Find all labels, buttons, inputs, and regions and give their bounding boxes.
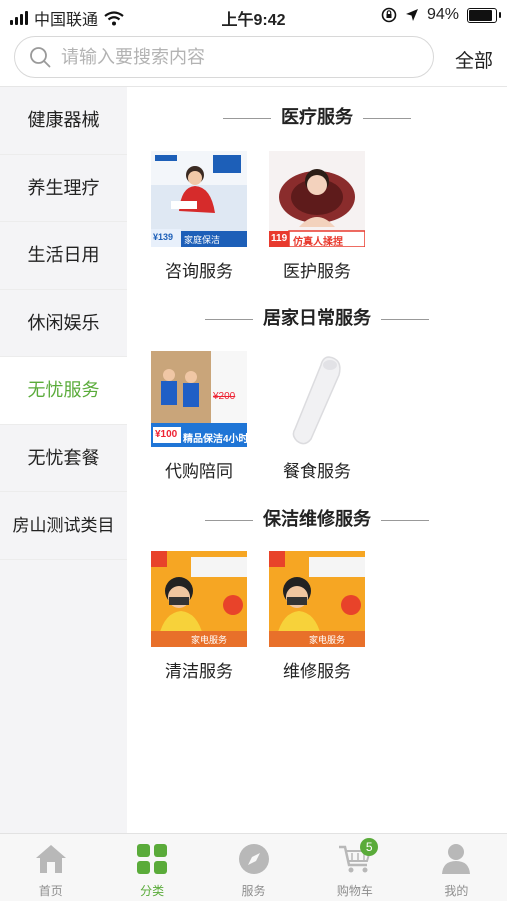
section-title-cleaning-repair: 保洁维修服务 xyxy=(127,505,507,531)
thermometer-photo xyxy=(269,351,365,447)
service-card-meal[interactable]: 餐食服务 xyxy=(269,351,365,482)
sidebar-item-worry-free-package[interactable]: 无忧套餐 xyxy=(0,425,127,492)
service-card-consulting[interactable]: ¥139 家庭保洁 咨询服务 xyxy=(151,151,247,282)
tab-label: 分类 xyxy=(140,884,165,898)
strike-price: ¥200 xyxy=(213,391,236,402)
service-card-label: 清洁服务 xyxy=(165,662,233,681)
sidebar-item-worry-free-service[interactable]: 无忧服务 xyxy=(0,357,127,425)
location-arrow-icon xyxy=(405,9,418,21)
service-card-nursing[interactable]: 119 仿真人揉捏 医护服务 xyxy=(269,151,365,282)
sidebar-item-health-devices[interactable]: 健康器械 xyxy=(0,87,127,155)
sidebar-item-leisure[interactable]: 休闲娱乐 xyxy=(0,290,127,357)
search-header: 全部 xyxy=(0,32,507,87)
section-title-text: 居家日常服务 xyxy=(263,308,371,328)
promo-text: 精品保洁4小时 xyxy=(183,434,247,445)
tab-label: 我的 xyxy=(444,884,469,898)
service-card-cleaning[interactable]: 家电服务 清洁服务 xyxy=(151,551,247,682)
housekeeping-photo: ¥139 家庭保洁 xyxy=(151,151,247,247)
tab-mine[interactable]: 我的 xyxy=(406,834,507,901)
rotation-lock-icon xyxy=(381,7,397,23)
home-icon xyxy=(35,845,66,873)
service-card-label: 医护服务 xyxy=(283,262,351,281)
compass-icon xyxy=(238,844,269,874)
service-card-label: 餐食服务 xyxy=(283,462,351,481)
service-card-label: 咨询服务 xyxy=(165,262,233,281)
user-icon xyxy=(442,844,471,874)
tab-label: 服务 xyxy=(241,884,266,898)
search-icon xyxy=(30,47,51,68)
promo-text: 仿真人揉捏 xyxy=(293,237,343,247)
ac-repair-photo: 家电服务 xyxy=(269,551,365,647)
section-title-home-daily: 居家日常服务 xyxy=(127,304,507,330)
battery-percent: 94% xyxy=(426,6,459,23)
search-box[interactable] xyxy=(14,36,434,78)
section-title-text: 医疗服务 xyxy=(281,107,353,127)
section-title-text: 保洁维修服务 xyxy=(263,509,371,529)
tab-category[interactable]: 分类 xyxy=(101,834,202,901)
tab-cart[interactable]: 5 购物车 xyxy=(304,834,405,901)
sidebar-item-daily-goods[interactable]: 生活日用 xyxy=(0,222,127,290)
status-right: 94% xyxy=(381,6,501,24)
category-grid-icon xyxy=(137,844,168,874)
promo-price: 119 xyxy=(271,233,288,244)
status-bar: 中国联通 上午9:42 94% xyxy=(0,0,507,32)
cleaning-staff-photo: ¥200 ¥100 精品保洁4小时 xyxy=(151,351,247,447)
promo-text: 家电服务 xyxy=(309,635,346,645)
sidebar-item-fangshan-test[interactable]: 房山测试类目 xyxy=(0,492,127,560)
ac-repair-photo: 家电服务 xyxy=(151,551,247,647)
promo-text: 家庭保洁 xyxy=(184,235,221,245)
tab-service[interactable]: 服务 xyxy=(203,834,304,901)
tab-label: 首页 xyxy=(38,884,63,898)
category-sidebar: 健康器械 养生理疗 生活日用 休闲娱乐 无忧服务 无忧套餐 房山测试类目 xyxy=(0,87,127,833)
bottom-tab-bar: 首页 分类 服务 5 购物车 我的 xyxy=(0,833,507,901)
massage-pillow-photo: 119 仿真人揉捏 xyxy=(269,151,365,247)
promo-price: ¥100 xyxy=(155,429,178,440)
tab-home[interactable]: 首页 xyxy=(0,834,101,901)
promo-text: 家电服务 xyxy=(191,635,228,645)
service-card-purchase-accompany[interactable]: ¥200 ¥100 精品保洁4小时 代购陪同 xyxy=(151,351,247,482)
battery-icon xyxy=(467,7,501,23)
service-card-repair[interactable]: 家电服务 维修服务 xyxy=(269,551,365,682)
cart-badge: 5 xyxy=(360,838,379,856)
tab-label: 购物车 xyxy=(336,884,373,898)
service-card-label: 代购陪同 xyxy=(165,462,233,481)
category-content: 医疗服务 ¥139 家庭保洁 咨询服务 119 仿真人揉捏 医护服务 居家日常服… xyxy=(127,87,507,833)
sidebar-item-wellness-therapy[interactable]: 养生理疗 xyxy=(0,155,127,222)
section-title-medical: 医疗服务 xyxy=(127,103,507,129)
search-input[interactable] xyxy=(59,45,403,69)
service-card-label: 维修服务 xyxy=(283,662,351,681)
promo-price: ¥139 xyxy=(153,232,174,242)
all-button[interactable]: 全部 xyxy=(455,46,493,73)
